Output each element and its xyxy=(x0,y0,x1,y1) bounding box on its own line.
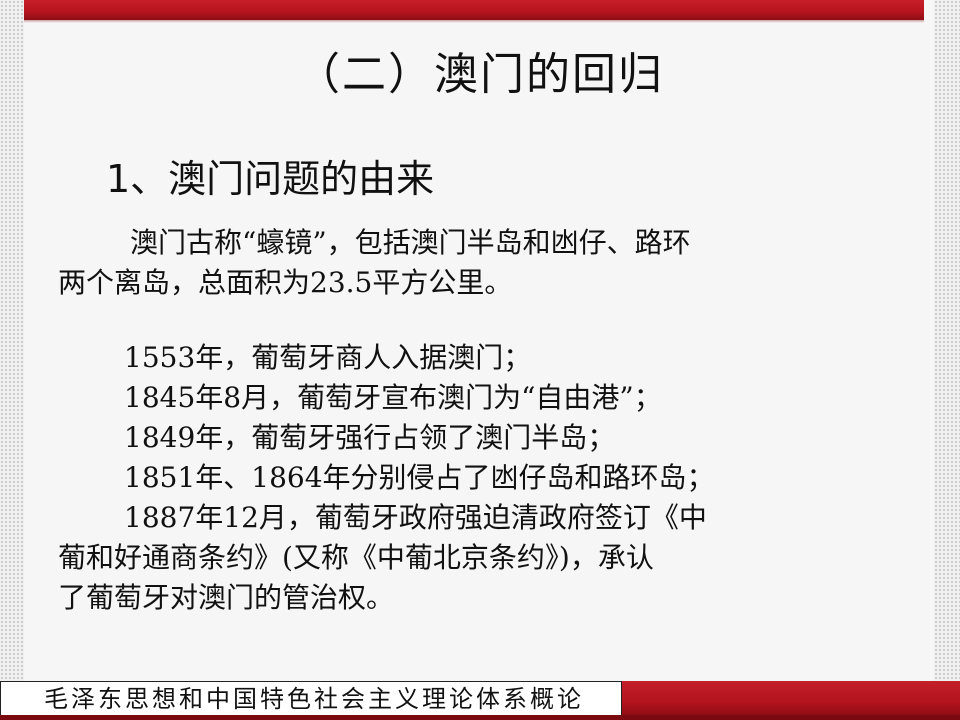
intro-line-2: 两个离岛，总面积为23.5平方公里。 xyxy=(58,266,513,299)
event-continuation-1: 葡和好通商条约》(又称《中葡北京条约》)，承认 xyxy=(58,541,654,574)
top-bar-shadow xyxy=(24,20,924,23)
event-continuation-2: 了葡萄牙对澳门的管治权。 xyxy=(58,581,395,614)
slide-title: （二）澳门的回归 xyxy=(296,49,664,100)
footer-shadow xyxy=(0,715,960,720)
section-heading: 1、澳门问题的由来 xyxy=(106,157,435,201)
left-dotted-margin xyxy=(0,0,24,720)
event-line: 1887年12月，葡萄牙政府强迫清政府签订《中 xyxy=(124,501,707,534)
footer-red-block xyxy=(622,681,960,717)
intro-line-1: 澳门古称“蠔镜”，包括澳门半岛和凼仔、路环 xyxy=(130,226,691,259)
event-line: 1553年，葡萄牙商人入据澳门； xyxy=(124,341,532,374)
event-line: 1845年8月，葡萄牙宣布澳门为“自由港”； xyxy=(124,381,662,414)
top-red-bar xyxy=(24,0,924,20)
slide: （二）澳门的回归 1、澳门问题的由来 澳门古称“蠔镜”，包括澳门半岛和凼仔、路环… xyxy=(0,0,960,720)
course-title-footer: 毛泽东思想和中国特色社会主义理论体系概论 xyxy=(44,685,584,713)
events-paragraph: 1553年，葡萄牙商人入据澳门； 1845年8月，葡萄牙宣布澳门为“自由港”； … xyxy=(58,338,838,618)
right-dotted-margin xyxy=(934,0,960,720)
intro-paragraph: 澳门古称“蠔镜”，包括澳门半岛和凼仔、路环 两个离岛，总面积为23.5平方公里。 xyxy=(58,223,838,303)
event-line: 1851年、1864年分别侵占了凼仔岛和路环岛； xyxy=(124,461,715,494)
event-line: 1849年，葡萄牙强行占领了澳门半岛； xyxy=(124,421,616,454)
